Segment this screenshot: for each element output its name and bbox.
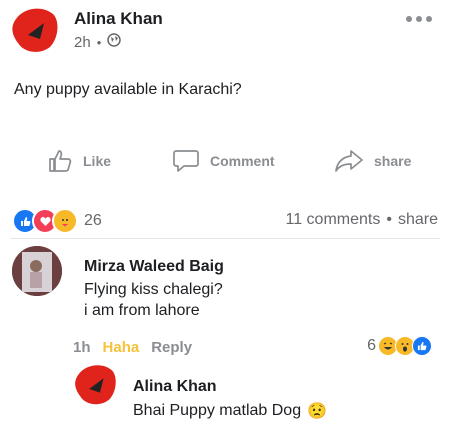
comment-text-line: i am from lahore [84,302,200,319]
haha-reaction-button[interactable]: Haha [103,339,140,356]
reactions-summary[interactable]: 26 [12,208,102,234]
comments-count-link[interactable]: 11 comments [286,211,381,229]
reply-text-content: Bhai Puppy matlab Dog [133,402,302,419]
commenter-avatar[interactable] [12,246,62,296]
reply-button[interactable]: Reply [151,339,192,356]
dot-icon [406,16,412,22]
avatar-image [12,8,58,52]
share-arrow-icon [335,150,363,172]
post-author-avatar[interactable] [10,5,60,55]
more-options-button[interactable] [406,16,432,22]
comment-meta: 1h Haha Reply [73,339,192,356]
care-reaction-icon [52,208,78,234]
like-button[interactable]: Like [47,148,111,174]
avatar-image [12,246,62,296]
comment-button[interactable]: Comment [172,148,275,174]
share-label: share [374,153,412,169]
post-text: Any puppy available in Karachi? [14,81,242,98]
reply-author-name[interactable]: Alina Khan [133,378,217,396]
worried-face-emoji: 😟 [307,403,328,420]
divider [10,238,440,239]
comment-time[interactable]: 1h [73,339,91,356]
like-reaction-icon [412,336,432,356]
post-author-name[interactable]: Alina Khan [74,9,163,29]
post-meta: 2h • [74,33,121,51]
share-button[interactable]: share [334,148,411,174]
reply-author-avatar[interactable] [73,362,118,407]
thumbs-up-icon [49,150,72,172]
like-label: Like [83,153,112,169]
summary-separator: • [386,211,392,228]
comment-label: Comment [210,153,275,169]
post-time[interactable]: 2h [74,34,91,51]
dot-icon [426,16,432,22]
comments-share-summary: 11 comments • share [286,211,439,229]
reply-text: Bhai Puppy matlab Dog 😟 [133,401,327,421]
globe-icon [107,33,121,51]
shares-link[interactable]: share [398,211,438,229]
comment-text-line: Flying kiss chalegi? [84,281,223,298]
comment-reaction-count: 6 [367,337,376,354]
dot-icon [416,16,422,22]
commenter-name[interactable]: Mirza Waleed Baig [84,258,224,276]
comment-reactions[interactable]: 6 [367,336,432,356]
reaction-count: 26 [84,212,102,229]
avatar-image [75,365,116,405]
meta-separator: • [96,34,102,50]
comment-icon [173,150,199,172]
